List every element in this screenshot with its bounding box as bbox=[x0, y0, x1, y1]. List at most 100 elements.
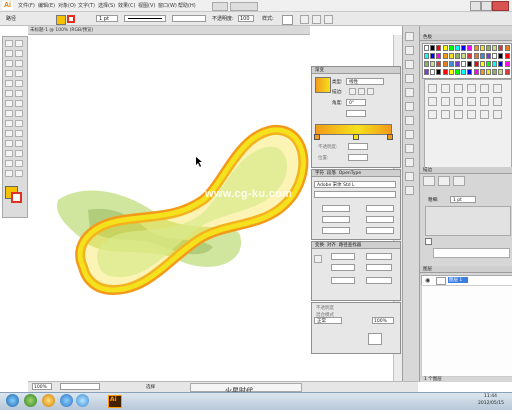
swatch-chip[interactable] bbox=[486, 45, 491, 51]
swatches-panel-icon[interactable] bbox=[405, 60, 414, 69]
stroke-swatch[interactable] bbox=[67, 15, 75, 23]
swatch-chip[interactable] bbox=[442, 45, 448, 51]
swatch-chip[interactable] bbox=[498, 45, 504, 51]
taskbar-app2-icon[interactable] bbox=[42, 394, 55, 407]
swatch-chip[interactable] bbox=[436, 69, 442, 75]
menu-type[interactable]: 文字(T) bbox=[78, 2, 95, 9]
swatch-chip[interactable] bbox=[442, 53, 448, 59]
align-icon[interactable] bbox=[300, 15, 309, 24]
shear-field[interactable] bbox=[366, 277, 392, 284]
tracking-field[interactable] bbox=[366, 216, 394, 223]
brush-style-icon[interactable] bbox=[438, 176, 450, 186]
color-guide-panel-icon[interactable] bbox=[405, 46, 414, 55]
swatch-chip[interactable] bbox=[455, 69, 460, 75]
stroke-weight-field[interactable]: 1 pt bbox=[96, 15, 118, 22]
gradient-stop-middle[interactable] bbox=[353, 134, 359, 140]
swatch-chip[interactable] bbox=[467, 69, 473, 75]
x-position-field[interactable] bbox=[331, 253, 355, 260]
swatch-library-item-icon[interactable] bbox=[454, 110, 463, 119]
symbol-style-icon[interactable] bbox=[453, 176, 465, 186]
symbols-panel-icon[interactable] bbox=[405, 88, 414, 97]
menu-select[interactable]: 选择(S) bbox=[98, 2, 115, 9]
swatch-chip[interactable] bbox=[479, 69, 485, 75]
swatch-chip[interactable] bbox=[479, 53, 485, 59]
stroke-panel-icon[interactable] bbox=[405, 102, 414, 111]
mesh-tool-icon[interactable] bbox=[5, 130, 13, 137]
minimize-button[interactable] bbox=[470, 1, 481, 11]
document-tab-title[interactable]: 未标题-1 @ 100% (RGB/预览) bbox=[30, 27, 93, 33]
swatch-chip[interactable] bbox=[479, 45, 485, 51]
selection-tool-icon[interactable] bbox=[5, 40, 13, 47]
swatch-chip[interactable] bbox=[424, 69, 429, 75]
swatch-library-item-icon[interactable] bbox=[454, 84, 463, 93]
swatch-chip[interactable] bbox=[467, 61, 473, 67]
free-transform-tool-icon[interactable] bbox=[15, 110, 23, 117]
hand-tool-icon[interactable] bbox=[5, 170, 13, 177]
height-field[interactable] bbox=[366, 264, 392, 271]
swatch-chip[interactable] bbox=[430, 45, 436, 51]
transform-icon[interactable] bbox=[312, 15, 321, 24]
swatch-chip[interactable] bbox=[504, 61, 510, 67]
pencil-tool-icon[interactable] bbox=[15, 80, 23, 87]
artboard-tool-icon[interactable] bbox=[5, 160, 13, 167]
y-position-field[interactable] bbox=[331, 264, 355, 271]
blend-mode-select[interactable]: 正常 bbox=[314, 317, 342, 324]
tab-opentype[interactable]: OpenType bbox=[339, 171, 361, 176]
stroke-color-icon[interactable] bbox=[11, 192, 22, 203]
swatch-chip[interactable] bbox=[442, 69, 448, 75]
swatch-library-item-icon[interactable] bbox=[480, 97, 489, 106]
transparency-opacity-field[interactable]: 100% bbox=[372, 317, 394, 324]
menu-help[interactable]: 帮助(H) bbox=[178, 2, 196, 9]
eyedropper-tool-icon[interactable] bbox=[5, 140, 13, 147]
swatch-library-item-icon[interactable] bbox=[467, 84, 476, 93]
stroke-gradient-within-icon[interactable] bbox=[349, 88, 356, 95]
swatch-chip[interactable] bbox=[461, 53, 467, 59]
swatch-chip[interactable] bbox=[430, 53, 436, 59]
swatch-chip[interactable] bbox=[455, 61, 460, 67]
swatch-library-item-icon[interactable] bbox=[493, 110, 502, 119]
pen-tool-icon[interactable] bbox=[5, 60, 13, 67]
eraser-tool-icon[interactable] bbox=[15, 90, 23, 97]
swatch-chip[interactable] bbox=[492, 61, 498, 67]
zoom-tool-icon[interactable] bbox=[15, 170, 23, 177]
swatch-chip[interactable] bbox=[486, 53, 491, 59]
swatch-chip[interactable] bbox=[448, 61, 454, 67]
swatch-library-item-icon[interactable] bbox=[454, 97, 463, 106]
swatch-chip[interactable] bbox=[492, 53, 498, 59]
graph-tool-icon[interactable] bbox=[15, 150, 23, 157]
swatch-chip[interactable] bbox=[436, 61, 442, 67]
swatch-chip[interactable] bbox=[430, 69, 436, 75]
swatch-chip[interactable] bbox=[448, 45, 454, 51]
swatch-chip[interactable] bbox=[486, 61, 491, 67]
gradient-panel-icon[interactable] bbox=[405, 116, 414, 125]
layers-panel-icon[interactable] bbox=[405, 172, 414, 181]
gradient-aspect-field[interactable] bbox=[346, 110, 366, 117]
taskbar-illustrator-icon[interactable]: Ai bbox=[108, 395, 122, 408]
brush-definition[interactable] bbox=[172, 15, 206, 22]
swatch-chip[interactable] bbox=[467, 53, 473, 59]
gradient-preview-swatch[interactable] bbox=[315, 77, 331, 93]
magic-wand-tool-icon[interactable] bbox=[5, 50, 13, 57]
swatch-chip[interactable] bbox=[473, 69, 479, 75]
swatch-chip[interactable] bbox=[467, 45, 473, 51]
start-button-icon[interactable] bbox=[6, 394, 19, 407]
swatch-chip[interactable] bbox=[473, 45, 479, 51]
mask-thumbnail[interactable] bbox=[368, 333, 382, 345]
taskbar-explorer-icon[interactable] bbox=[76, 394, 89, 407]
perspective-tool-icon[interactable] bbox=[15, 120, 23, 127]
swatch-chip[interactable] bbox=[442, 61, 448, 67]
scale-tool-icon[interactable] bbox=[15, 100, 23, 107]
stroke-gradient-along-icon[interactable] bbox=[358, 88, 365, 95]
gradient-location-field[interactable] bbox=[348, 154, 368, 161]
swatch-library-item-icon[interactable] bbox=[467, 110, 476, 119]
isolate-icon[interactable] bbox=[324, 15, 333, 24]
swatch-library-item-icon[interactable] bbox=[480, 110, 489, 119]
font-family-select[interactable]: Adobe 宋体 Std L bbox=[314, 181, 396, 188]
tab-pathfinder[interactable]: 路径查找器 bbox=[339, 243, 362, 248]
gradient-type-select[interactable]: 线性 bbox=[346, 78, 384, 85]
artboards-panel-icon[interactable] bbox=[405, 186, 414, 195]
swatch-chip[interactable] bbox=[473, 53, 479, 59]
menu-view[interactable]: 视图(V) bbox=[138, 2, 155, 9]
swatch-library-item-icon[interactable] bbox=[428, 97, 437, 106]
slice-tool-icon[interactable] bbox=[15, 160, 23, 167]
